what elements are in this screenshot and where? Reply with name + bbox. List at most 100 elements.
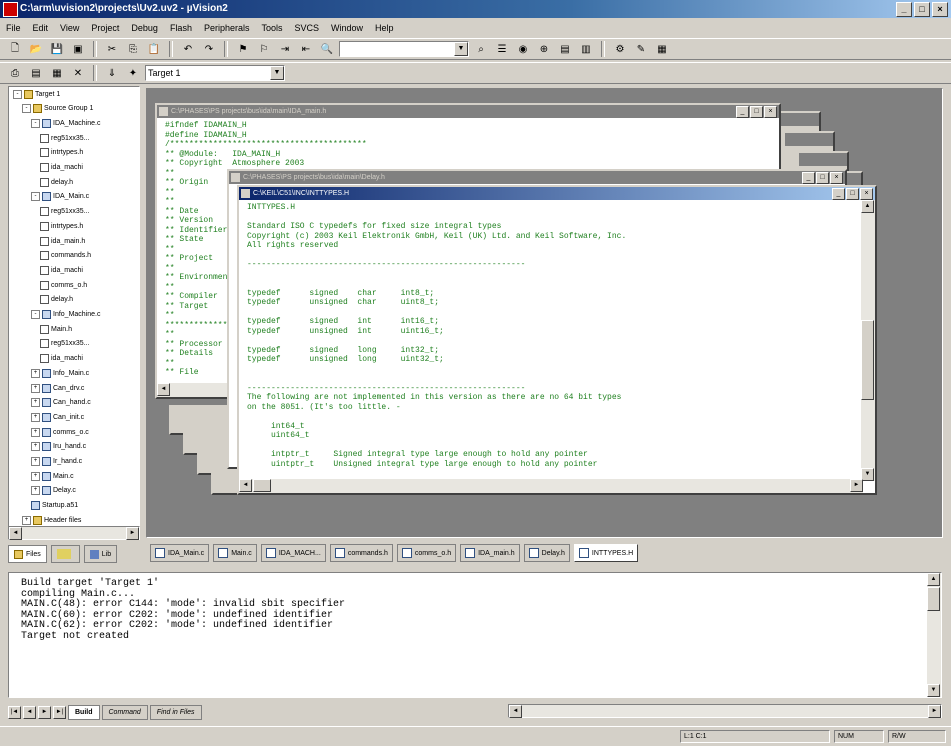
tree-expander-icon[interactable]: -: [31, 118, 40, 128]
doc-tab[interactable]: Delay.h: [523, 544, 570, 562]
tree-item[interactable]: + comms_o.c: [31, 427, 89, 437]
tool-icon[interactable]: ✎: [632, 40, 650, 58]
menu-svcs[interactable]: SVCS: [295, 23, 320, 33]
paste-icon[interactable]: 📋: [145, 40, 163, 58]
doc-tab[interactable]: IDA_Main.c: [150, 544, 210, 562]
tree-item[interactable]: - IDA_Machine.c: [31, 118, 100, 128]
menu-tools[interactable]: Tools: [261, 23, 282, 33]
doc-tab[interactable]: INTTYPES.H: [573, 544, 639, 562]
tree-item[interactable]: reg51xx35...: [40, 207, 90, 217]
next-bookmark-icon[interactable]: ⚐: [255, 40, 273, 58]
copy-icon[interactable]: ⎘: [124, 40, 142, 58]
menu-window[interactable]: Window: [331, 23, 363, 33]
doc-hscrollbar[interactable]: ◄ ►: [239, 479, 863, 493]
doc-minimize-button[interactable]: _: [832, 188, 845, 200]
tree-item[interactable]: intrtypes.h: [40, 221, 83, 231]
tree-item[interactable]: delay.h: [40, 177, 73, 187]
new-file-icon[interactable]: 🗋: [6, 40, 24, 58]
tree-expander-icon[interactable]: -: [31, 192, 40, 202]
tab-command[interactable]: Command: [101, 704, 148, 720]
debug-icon[interactable]: ◉: [514, 40, 532, 58]
tree-item[interactable]: + Header files: [22, 515, 81, 525]
target-select[interactable]: Target 1 ▼: [145, 65, 285, 81]
doc-vscrollbar[interactable]: ▲ ▼: [861, 200, 875, 481]
redo-icon[interactable]: ↷: [200, 40, 218, 58]
doc-tab[interactable]: Main.c: [213, 544, 257, 562]
find-combo[interactable]: ▼: [339, 41, 469, 57]
tree-item[interactable]: + Ir_hand.c: [31, 457, 82, 467]
unindent-icon[interactable]: ⇤: [297, 40, 315, 58]
download-icon[interactable]: ⇓: [103, 64, 121, 82]
tab-build[interactable]: Build: [68, 704, 100, 720]
menu-peripherals[interactable]: Peripherals: [204, 23, 250, 33]
tree-item[interactable]: - IDA_Main.c: [31, 192, 89, 202]
tree-expander-icon[interactable]: +: [31, 471, 40, 481]
settings-icon[interactable]: ▦: [653, 40, 671, 58]
tree-item[interactable]: comms_o.h: [40, 280, 87, 290]
menu-edit[interactable]: Edit: [33, 23, 49, 33]
tree-item[interactable]: ida_main.h: [40, 236, 85, 246]
tree-expander-icon[interactable]: +: [31, 412, 40, 422]
tab-lib[interactable]: Lib: [83, 545, 118, 563]
tree-item[interactable]: ida_machi: [40, 265, 83, 275]
find-in-files-icon[interactable]: 🔍: [318, 40, 336, 58]
list-icon[interactable]: ☰: [493, 40, 511, 58]
config-icon[interactable]: ⚙: [611, 40, 629, 58]
menu-debug[interactable]: Debug: [131, 23, 158, 33]
menu-flash[interactable]: Flash: [170, 23, 192, 33]
options-icon[interactable]: ✦: [124, 64, 142, 82]
doc-maximize-button[interactable]: □: [846, 188, 859, 200]
tab-find-in-files[interactable]: Find in Files: [149, 704, 202, 720]
tree-expander-icon[interactable]: +: [22, 515, 31, 525]
tree-expander-icon[interactable]: +: [31, 368, 40, 378]
menu-view[interactable]: View: [60, 23, 79, 33]
output-hscrollbar[interactable]: ◄ ►: [508, 704, 942, 718]
tab-files[interactable]: Files: [8, 545, 47, 563]
tree-expander-icon[interactable]: +: [31, 486, 40, 496]
doc-window-inttypes-h[interactable]: C:\KEIL\C51\INC\INTTYPES.H _ □ × INTTYPES.…: [237, 185, 877, 495]
tree-expander-icon[interactable]: +: [31, 442, 40, 452]
menu-help[interactable]: Help: [375, 23, 394, 33]
tree-hscrollbar[interactable]: ◄ ►: [8, 526, 140, 540]
binoculars-icon[interactable]: ⌕: [472, 40, 490, 58]
stop-build-icon[interactable]: ✕: [69, 64, 87, 82]
tree-item[interactable]: + Can_init.c: [31, 412, 84, 422]
tree-expander-icon[interactable]: +: [31, 398, 40, 408]
indent-icon[interactable]: ⇥: [276, 40, 294, 58]
tree-item[interactable]: commands.h: [40, 251, 91, 261]
cut-icon[interactable]: ✂: [103, 40, 121, 58]
minimize-button[interactable]: _: [896, 2, 912, 17]
tab-books[interactable]: [50, 545, 80, 563]
tree-item[interactable]: intrtypes.h: [40, 148, 83, 158]
save-all-icon[interactable]: ▣: [69, 40, 87, 58]
save-icon[interactable]: 💾: [48, 40, 66, 58]
output-vscrollbar[interactable]: ▲ ▼: [927, 573, 941, 697]
window-icon[interactable]: ▤: [556, 40, 574, 58]
tree-expander-icon[interactable]: -: [13, 89, 22, 99]
undo-icon[interactable]: ↶: [179, 40, 197, 58]
close-button[interactable]: ×: [932, 2, 948, 17]
open-file-icon[interactable]: 📂: [27, 40, 45, 58]
tree-item[interactable]: + Main.c: [31, 471, 74, 481]
doc-tab[interactable]: comms_o.h: [396, 544, 457, 562]
tree-item[interactable]: ida_machi: [40, 163, 83, 173]
tree-item[interactable]: - Source Group 1: [22, 104, 93, 114]
doc-close-button[interactable]: ×: [860, 188, 873, 200]
doc-tab[interactable]: IDA_main.h: [460, 544, 520, 562]
project-tree[interactable]: - Target 1- Source Group 1- IDA_Machine.c re…: [8, 86, 140, 538]
output-window[interactable]: Build target 'Target 1' compiling Main.c…: [8, 572, 942, 698]
tree-item[interactable]: + Iru_hand.c: [31, 442, 86, 452]
doc-tab[interactable]: commands.h: [329, 544, 393, 562]
bookmark-icon[interactable]: ⚑: [234, 40, 252, 58]
tab-last-arrow[interactable]: ►|: [53, 705, 66, 719]
menu-project[interactable]: Project: [91, 23, 119, 33]
compile-icon[interactable]: ⎙: [6, 64, 24, 82]
code-inttypes-h[interactable]: INTTYPES.H Standard ISO C typedefs for f…: [247, 203, 626, 469]
tree-item[interactable]: Main.h: [40, 324, 72, 334]
tree-expander-icon[interactable]: +: [31, 457, 40, 466]
tree-item[interactable]: Startup.a51: [31, 501, 78, 511]
magnify-icon[interactable]: ⊕: [535, 40, 553, 58]
tree-expander-icon[interactable]: -: [31, 310, 40, 319]
rebuild-icon[interactable]: ▦: [48, 64, 66, 82]
tree-item[interactable]: + Can_drv.c: [31, 383, 84, 393]
